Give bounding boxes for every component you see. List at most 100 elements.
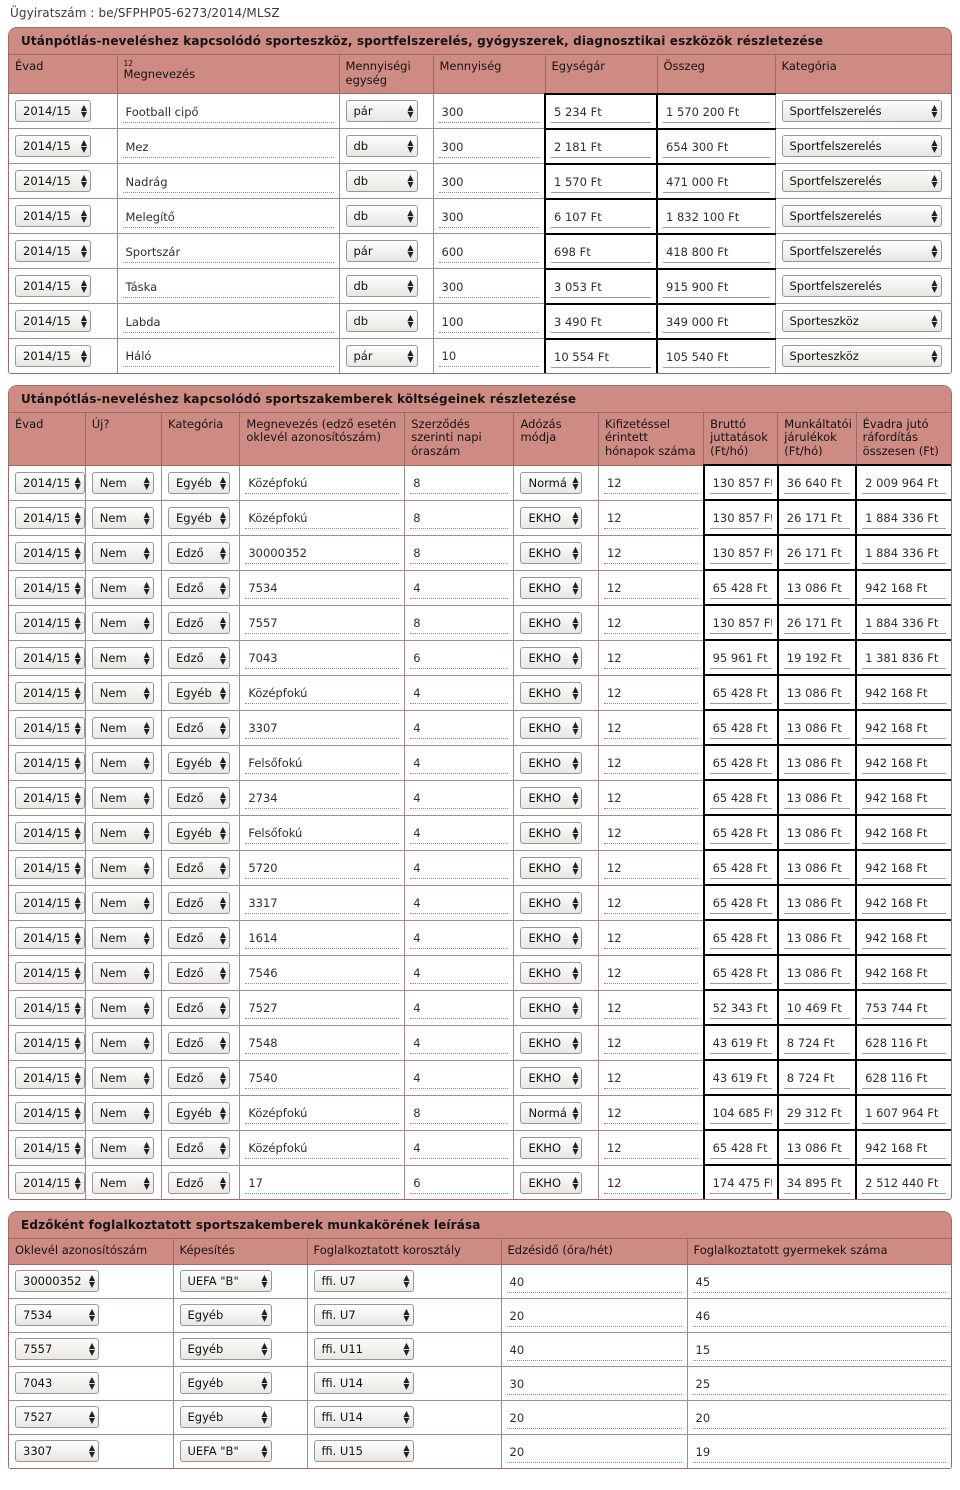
- honapok-szama-input[interactable]: 12: [603, 648, 698, 670]
- honapok-szama-input[interactable]: 12: [603, 1138, 698, 1160]
- osszeg-input[interactable]: 1 570 200 Ft: [663, 102, 770, 123]
- munkaltatoi-jarulekok-input[interactable]: 26 171 Ft: [783, 613, 851, 635]
- uj-select[interactable]: Nem ▲ ▼: [91, 786, 154, 809]
- megnevezes-input[interactable]: Football cipő: [122, 102, 334, 123]
- brutto-juttatasok-input[interactable]: 65 428 Ft: [709, 683, 772, 705]
- evad-select[interactable]: 2014/15 ▲ ▼: [15, 681, 85, 704]
- mennyisegi-egyseg-select[interactable]: db ▲ ▼: [345, 170, 418, 193]
- osszeg-input[interactable]: 1 832 100 Ft: [663, 207, 770, 228]
- egysegar-input[interactable]: 6 107 Ft: [551, 207, 651, 228]
- mennyisegi-egyseg-select[interactable]: db ▲ ▼: [345, 310, 418, 333]
- honapok-szama-input[interactable]: 12: [603, 613, 698, 635]
- egysegar-input[interactable]: 5 234 Ft: [551, 102, 651, 123]
- kategoria-select[interactable]: Edző ▲ ▼: [168, 576, 231, 599]
- mennyiseg-input[interactable]: 10: [438, 346, 539, 368]
- korosztaly-select[interactable]: ffi. U14 ▲ ▼: [313, 1372, 414, 1395]
- evadra-juto-rafordit-input[interactable]: 942 168 Ft: [862, 1138, 946, 1160]
- egysegar-input[interactable]: 1 570 Ft: [551, 172, 651, 193]
- evadra-juto-rafordit-input[interactable]: 1 884 336 Ft: [862, 508, 946, 530]
- evad-select[interactable]: 2014/15 ▲ ▼: [15, 1171, 85, 1194]
- kategoria-select[interactable]: Sportfelszerelés ▲ ▼: [781, 100, 942, 123]
- osszeg-input[interactable]: 654 300 Ft: [663, 137, 770, 158]
- uj-select[interactable]: Nem ▲ ▼: [91, 506, 154, 529]
- osszeg-input[interactable]: 105 540 Ft: [663, 347, 770, 368]
- evad-select[interactable]: 2014/15 ▲ ▼: [15, 1101, 85, 1124]
- adozas-modja-select[interactable]: EKHO ▲ ▼: [520, 1031, 583, 1054]
- oklevel-azonositoszam-select[interactable]: 7043 ▲ ▼: [15, 1372, 99, 1395]
- kategoria-select[interactable]: Edző ▲ ▼: [168, 1136, 231, 1159]
- oklevel-azonositoszam-select[interactable]: 7534 ▲ ▼: [15, 1304, 99, 1327]
- megnevezes-input[interactable]: 30000352: [245, 543, 400, 565]
- evad-select[interactable]: 2014/15 ▲ ▼: [15, 996, 85, 1019]
- adozas-modja-select[interactable]: EKHO ▲ ▼: [520, 996, 583, 1019]
- brutto-juttatasok-input[interactable]: 65 428 Ft: [709, 1138, 772, 1160]
- kategoria-select[interactable]: Edző ▲ ▼: [168, 961, 231, 984]
- kategoria-select[interactable]: Egyéb ▲ ▼: [168, 1101, 231, 1124]
- uj-select[interactable]: Nem ▲ ▼: [91, 471, 154, 494]
- megnevezes-input[interactable]: 7557: [245, 613, 400, 635]
- edzesido-input[interactable]: 20: [506, 1408, 682, 1429]
- uj-select[interactable]: Nem ▲ ▼: [91, 716, 154, 739]
- brutto-juttatasok-input[interactable]: 65 428 Ft: [709, 893, 772, 915]
- kategoria-select[interactable]: Edző ▲ ▼: [168, 856, 231, 879]
- honapok-szama-input[interactable]: 12: [603, 718, 698, 740]
- evad-select[interactable]: 2014/15 ▲ ▼: [15, 646, 85, 669]
- evadra-juto-rafordit-input[interactable]: 942 168 Ft: [862, 718, 946, 740]
- adozas-modja-select[interactable]: EKHO ▲ ▼: [520, 541, 583, 564]
- honapok-szama-input[interactable]: 12: [603, 1173, 698, 1195]
- brutto-juttatasok-input[interactable]: 65 428 Ft: [709, 928, 772, 950]
- osszeg-input[interactable]: 418 800 Ft: [663, 242, 770, 263]
- mennyiseg-input[interactable]: 600: [438, 242, 539, 263]
- korosztaly-select[interactable]: ffi. U15 ▲ ▼: [313, 1440, 414, 1463]
- oraszam-input[interactable]: 8: [410, 543, 509, 565]
- brutto-juttatasok-input[interactable]: 52 343 Ft: [709, 998, 772, 1020]
- evadra-juto-rafordit-input[interactable]: 1 607 964 Ft: [862, 1103, 946, 1125]
- megnevezes-input[interactable]: 7534: [245, 578, 400, 600]
- munkaltatoi-jarulekok-input[interactable]: 34 895 Ft: [783, 1173, 851, 1195]
- uj-select[interactable]: Nem ▲ ▼: [91, 961, 154, 984]
- adozas-modja-select[interactable]: EKHO ▲ ▼: [520, 646, 583, 669]
- megnevezes-input[interactable]: 5720: [245, 858, 400, 880]
- kategoria-select[interactable]: Edző ▲ ▼: [168, 541, 231, 564]
- megnevezes-input[interactable]: Felsőfokú: [245, 823, 400, 845]
- honapok-szama-input[interactable]: 12: [603, 508, 698, 530]
- oraszam-input[interactable]: 4: [410, 893, 509, 915]
- adozas-modja-select[interactable]: Normál ▲ ▼: [520, 1101, 583, 1124]
- edzesido-input[interactable]: 30: [506, 1374, 682, 1395]
- evad-select[interactable]: 2014/15 ▲ ▼: [15, 240, 91, 263]
- uj-select[interactable]: Nem ▲ ▼: [91, 996, 154, 1019]
- evad-select[interactable]: 2014/15 ▲ ▼: [15, 1066, 85, 1089]
- munkaltatoi-jarulekok-input[interactable]: 36 640 Ft: [783, 473, 851, 495]
- evad-select[interactable]: 2014/15 ▲ ▼: [15, 135, 91, 158]
- kategoria-select[interactable]: Sportfelszerelés ▲ ▼: [781, 275, 942, 298]
- evad-select[interactable]: 2014/15 ▲ ▼: [15, 751, 85, 774]
- megnevezes-input[interactable]: Háló: [122, 346, 334, 368]
- kategoria-select[interactable]: Egyéb ▲ ▼: [168, 681, 231, 704]
- adozas-modja-select[interactable]: EKHO ▲ ▼: [520, 1171, 583, 1194]
- oraszam-input[interactable]: 8: [410, 473, 509, 495]
- evad-select[interactable]: 2014/15 ▲ ▼: [15, 786, 85, 809]
- megnevezes-input[interactable]: 7540: [245, 1068, 400, 1090]
- brutto-juttatasok-input[interactable]: 130 857 Ft: [709, 543, 772, 565]
- munkaltatoi-jarulekok-input[interactable]: 13 086 Ft: [783, 928, 851, 950]
- korosztaly-select[interactable]: ffi. U11 ▲ ▼: [313, 1338, 414, 1361]
- evad-select[interactable]: 2014/15 ▲ ▼: [15, 310, 91, 333]
- kepesites-select[interactable]: UEFA "B" ▲ ▼: [179, 1440, 272, 1463]
- uj-select[interactable]: Nem ▲ ▼: [91, 646, 154, 669]
- megnevezes-input[interactable]: Középfokú: [245, 508, 400, 530]
- oklevel-azonositoszam-select[interactable]: 3307 ▲ ▼: [15, 1440, 99, 1463]
- munkaltatoi-jarulekok-input[interactable]: 26 171 Ft: [783, 508, 851, 530]
- uj-select[interactable]: Nem ▲ ▼: [91, 856, 154, 879]
- kategoria-select[interactable]: Sporteszköz ▲ ▼: [781, 344, 942, 367]
- munkaltatoi-jarulekok-input[interactable]: 13 086 Ft: [783, 578, 851, 600]
- honapok-szama-input[interactable]: 12: [603, 998, 698, 1020]
- mennyisegi-egyseg-select[interactable]: db ▲ ▼: [345, 205, 418, 228]
- adozas-modja-select[interactable]: EKHO ▲ ▼: [520, 926, 583, 949]
- evadra-juto-rafordit-input[interactable]: 942 168 Ft: [862, 753, 946, 775]
- evadra-juto-rafordit-input[interactable]: 942 168 Ft: [862, 683, 946, 705]
- kategoria-select[interactable]: Egyéb ▲ ▼: [168, 751, 231, 774]
- megnevezes-input[interactable]: Felsőfokú: [245, 753, 400, 775]
- evad-select[interactable]: 2014/15 ▲ ▼: [15, 205, 91, 228]
- gyermekek-szama-input[interactable]: 45: [692, 1272, 946, 1293]
- adozas-modja-select[interactable]: Normál ▲ ▼: [520, 471, 583, 494]
